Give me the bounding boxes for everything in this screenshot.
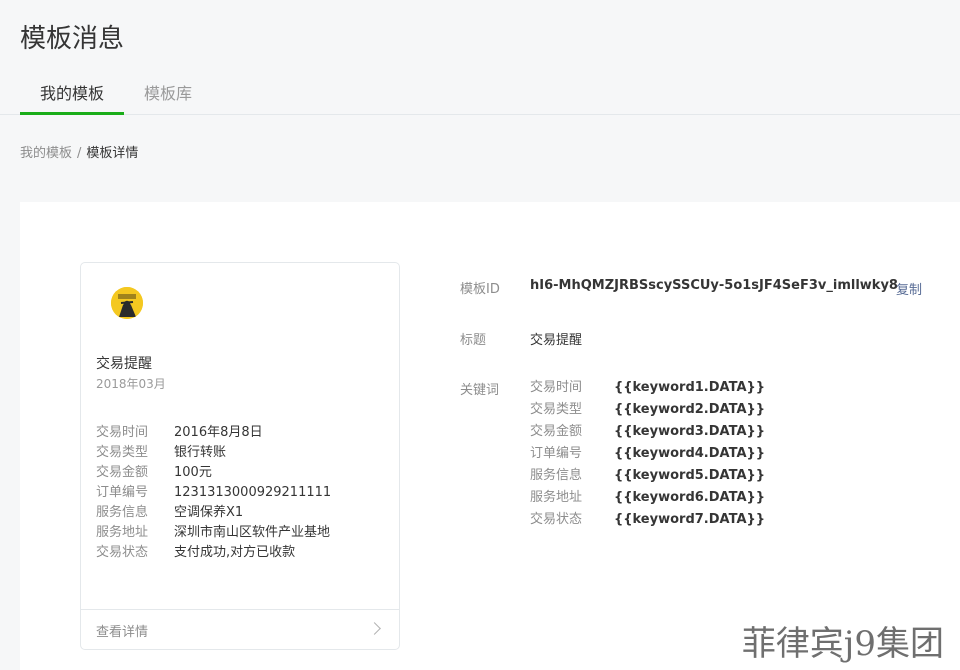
- keyword-name: 服务信息: [530, 468, 583, 483]
- keyword-name: 交易时间: [530, 380, 583, 395]
- title-label: 标题: [460, 333, 487, 348]
- view-details-label: 查看详情: [96, 625, 149, 640]
- preview-field-row: 交易时间 2016年8月8日: [96, 423, 386, 443]
- field-value: 空调保养X1: [174, 505, 244, 520]
- keyword-name: 订单编号: [530, 446, 583, 461]
- keywords-label: 关键词: [460, 383, 500, 398]
- field-label: 交易时间: [96, 425, 149, 440]
- tab-bar: 我的模板 模板库: [0, 76, 960, 115]
- keyword-value: {{keyword4.DATA}}: [614, 446, 766, 461]
- preview-field-row: 订单编号 1231313000929211111: [96, 483, 386, 503]
- breadcrumb-current: 模板详情: [86, 146, 139, 161]
- field-value: 支付成功,对方已收款: [174, 545, 296, 560]
- keyword-name: 交易金额: [530, 424, 583, 439]
- keyword-row: 交易状态 {{keyword7.DATA}}: [530, 509, 765, 531]
- keyword-row: 订单编号 {{keyword4.DATA}}: [530, 443, 765, 465]
- keyword-name: 交易类型: [530, 402, 583, 417]
- message-preview-card: 交易提醒 2018年03月 交易时间 2016年8月8日 交易类型 银行转账 交易金…: [80, 262, 400, 650]
- field-value: 1231313000929211111: [174, 485, 332, 500]
- keyword-value: {{keyword3.DATA}}: [614, 424, 766, 439]
- keyword-row: 服务信息 {{keyword5.DATA}}: [530, 465, 765, 487]
- field-value: 深圳市南山区软件产业基地: [174, 525, 331, 540]
- keyword-name: 交易状态: [530, 512, 583, 527]
- breadcrumb: 我的模板 / 模板详情: [20, 142, 138, 161]
- preview-field-row: 交易状态 支付成功,对方已收款: [96, 543, 386, 563]
- keyword-value: {{keyword2.DATA}}: [614, 402, 766, 417]
- template-id-label: 模板ID: [460, 282, 500, 297]
- preview-field-row: 交易金额 100元: [96, 463, 386, 483]
- copy-button[interactable]: 复制: [896, 279, 922, 298]
- preview-field-row: 服务地址 深圳市南山区软件产业基地: [96, 523, 386, 543]
- preview-field-row: 服务信息 空调保养X1: [96, 503, 386, 523]
- field-value: 100元: [174, 465, 212, 480]
- field-label: 订单编号: [96, 485, 149, 500]
- breadcrumb-separator: /: [77, 146, 82, 161]
- field-value: 2016年8月8日: [174, 425, 263, 440]
- field-label: 交易金额: [96, 465, 149, 480]
- field-label: 服务地址: [96, 525, 149, 540]
- field-label: 交易类型: [96, 445, 149, 460]
- field-label: 服务信息: [96, 505, 149, 520]
- breadcrumb-my-templates[interactable]: 我的模板: [20, 146, 72, 161]
- keyword-value: {{keyword1.DATA}}: [614, 380, 766, 395]
- preview-field-row: 交易类型 银行转账: [96, 443, 386, 463]
- page: 模板消息 我的模板 模板库 我的模板 / 模板详情 交易提醒 2018年03月 交易…: [0, 0, 960, 670]
- title-value: 交易提醒: [530, 333, 583, 348]
- field-label: 交易状态: [96, 545, 149, 560]
- detail-panel: 交易提醒 2018年03月 交易时间 2016年8月8日 交易类型 银行转账 交易金…: [20, 202, 960, 670]
- preview-field-list: 交易时间 2016年8月8日 交易类型 银行转账 交易金额 100元 订单编号 1231…: [96, 423, 386, 563]
- keyword-value: {{keyword6.DATA}}: [614, 490, 766, 505]
- keyword-row: 服务地址 {{keyword6.DATA}}: [530, 487, 765, 509]
- avatar-figure-icon: [111, 287, 143, 319]
- keyword-value: {{keyword7.DATA}}: [614, 512, 766, 527]
- page-title: 模板消息: [20, 24, 125, 54]
- avatar: [111, 287, 143, 319]
- template-id-value: hI6-MhQMZJRBSscySSCUy-5o1sJF4SeF3v_imllw…: [530, 278, 898, 293]
- field-value: 银行转账: [174, 445, 227, 460]
- keyword-row: 交易时间 {{keyword1.DATA}}: [530, 377, 765, 399]
- tab-template-library[interactable]: 模板库: [126, 76, 210, 115]
- preview-title: 交易提醒: [96, 356, 152, 372]
- chevron-right-icon: [368, 622, 381, 635]
- keyword-value: {{keyword5.DATA}}: [614, 468, 766, 483]
- watermark: 菲律宾j9集团: [741, 624, 944, 664]
- keyword-row: 交易类型 {{keyword2.DATA}}: [530, 399, 765, 421]
- keyword-name: 服务地址: [530, 490, 583, 505]
- view-details-link[interactable]: 查看详情: [81, 609, 399, 649]
- keyword-row: 交易金额 {{keyword3.DATA}}: [530, 421, 765, 443]
- preview-date: 2018年03月: [96, 377, 166, 391]
- tab-my-templates[interactable]: 我的模板: [20, 76, 124, 115]
